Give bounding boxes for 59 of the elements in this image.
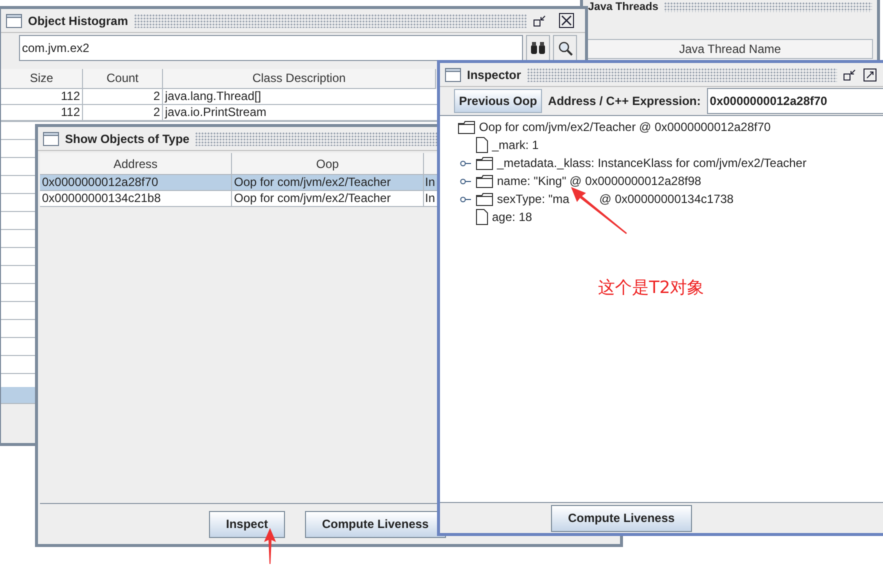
tree-item[interactable]: _mark: 1 xyxy=(492,136,539,154)
table-cell-text: In xyxy=(424,175,436,190)
window-icon xyxy=(6,14,22,28)
table-cell: 0x00000000134c21b8 xyxy=(40,191,232,206)
table-row[interactable]: 0x0000000012a28f70 Oop for com/jvm/ex2/Teacher In xyxy=(40,175,438,191)
table-cell-text: java.lang.Thread[] xyxy=(164,89,262,104)
folder-icon xyxy=(476,174,493,188)
table-cell: Oop for com/jvm/ex2/Teacher xyxy=(232,175,424,190)
address-field[interactable]: 0x0000000012a28f70 xyxy=(706,88,883,114)
expand-handle-icon[interactable] xyxy=(460,196,471,202)
compute-liveness-button[interactable]: Compute Liveness xyxy=(551,504,692,532)
folder-icon xyxy=(476,192,493,206)
tree-item[interactable]: name: "King" @ 0x0000000012a28f98 xyxy=(497,172,702,190)
search-icon xyxy=(558,40,572,56)
table-cell: 2 xyxy=(83,105,163,120)
table-cell: 2 xyxy=(83,89,163,104)
column-header[interactable]: Count xyxy=(83,69,163,89)
table-cell: Oop for com/jvm/ex2/Teacher xyxy=(232,191,424,206)
expand-handle-icon[interactable] xyxy=(460,160,471,166)
binoculars-button[interactable] xyxy=(526,35,550,61)
maximize-icon[interactable] xyxy=(863,68,877,82)
column-header[interactable]: Address xyxy=(40,153,232,175)
table-cell: 0x0000000012a28f70 xyxy=(40,175,232,190)
table-row[interactable]: 0x00000000134c21b8 Oop for com/jvm/ex2/Teacher In xyxy=(40,191,438,207)
compute-liveness-button[interactable]: Compute Liveness xyxy=(305,510,446,538)
table-cell: 112 xyxy=(1,89,83,104)
expand-handle-icon[interactable] xyxy=(460,178,471,184)
tree-item[interactable]: _metadata._klass: InstanceKlass for com/jvm/ex2/Teacher xyxy=(497,154,806,172)
search-field[interactable]: com.jvm.ex2 xyxy=(19,35,523,61)
address-label: Address / C++ Expression: xyxy=(548,93,701,110)
binoculars-icon xyxy=(530,41,546,55)
window-title: Inspector xyxy=(467,66,522,84)
window-icon xyxy=(43,132,59,146)
tree-item[interactable]: sexType: "ma xyxy=(497,190,570,208)
folder-icon xyxy=(458,120,475,134)
window-icon xyxy=(445,68,461,82)
window-title: Java Threads xyxy=(588,0,658,15)
column-header[interactable]: Oop xyxy=(232,153,424,175)
minimize-icon[interactable] xyxy=(533,14,547,28)
tree-item[interactable]: age: 18 xyxy=(492,208,532,226)
window-title: Object Histogram xyxy=(28,12,128,30)
close-icon[interactable] xyxy=(559,13,574,28)
column-header[interactable]: Size xyxy=(1,69,83,89)
annotation-text: 这个是T2对象 xyxy=(598,277,704,300)
table-cell-text: java.io.PrintStream xyxy=(164,105,268,120)
minimize-icon[interactable] xyxy=(843,68,857,82)
inspect-button[interactable]: Inspect xyxy=(209,510,286,538)
tree-item[interactable]: @ 0x00000000134c1738 xyxy=(599,190,734,208)
document-icon xyxy=(476,137,488,153)
table-cell-text: In xyxy=(424,191,436,206)
tree-item[interactable]: Oop for com/jvm/ex2/Teacher @ 0x0000000012a28f70 xyxy=(479,118,771,136)
document-icon xyxy=(476,209,488,225)
table-cell: 112 xyxy=(1,105,83,120)
column-header[interactable]: Class Description xyxy=(163,69,436,89)
column-header[interactable]: Java Thread Name xyxy=(587,39,873,59)
window-title: Show Objects of Type xyxy=(65,130,190,148)
search-button[interactable] xyxy=(553,35,577,61)
folder-icon xyxy=(476,156,493,170)
previous-oop-button[interactable]: Previous Oop xyxy=(454,89,542,113)
